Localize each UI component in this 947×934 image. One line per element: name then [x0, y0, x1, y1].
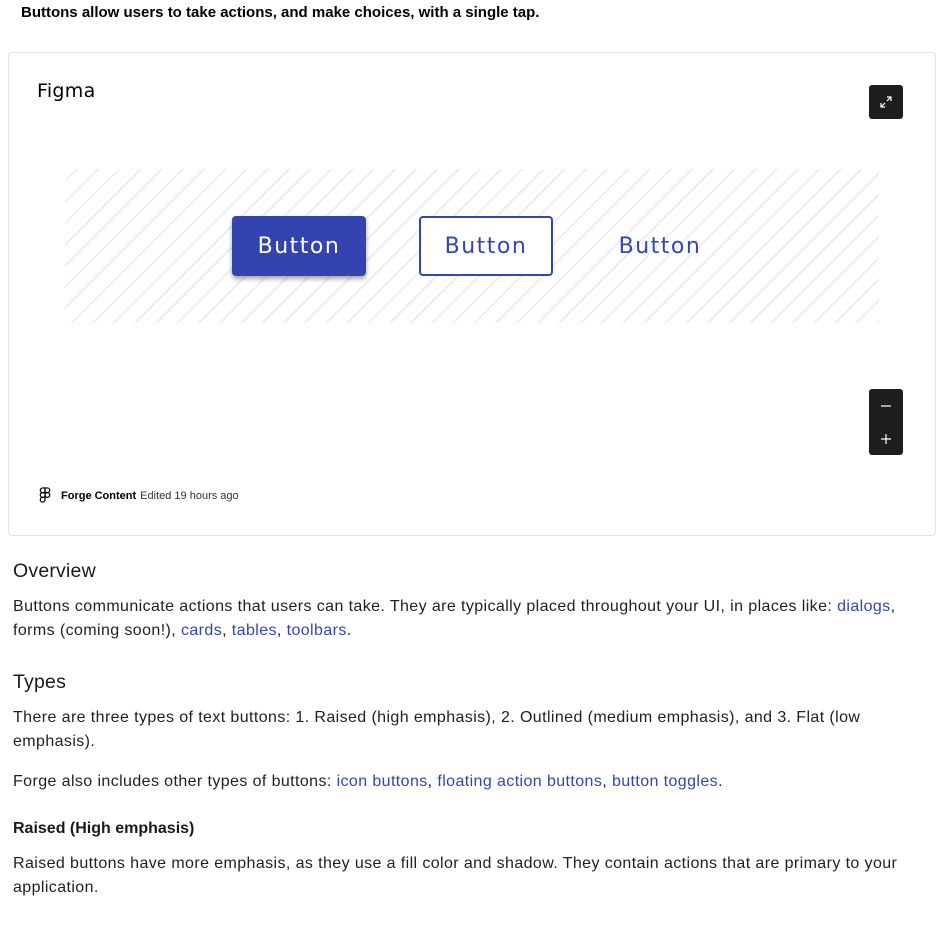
intro-text: Buttons allow users to take actions, and…	[21, 4, 540, 21]
separator: ,	[427, 773, 438, 790]
figma-author[interactable]: Forge Content	[61, 490, 136, 502]
figma-footer: Forge Content Edited 19 hours ago	[39, 487, 239, 504]
link-toolbars[interactable]: toolbars	[287, 622, 347, 639]
link-dialogs[interactable]: dialogs	[837, 598, 891, 615]
raised-heading: Raised (High emphasis)	[13, 820, 195, 837]
plus-icon	[881, 433, 891, 444]
figma-embed: Figma Button Button Button Forge Content…	[8, 52, 936, 536]
figma-canvas: Button Button Button	[65, 169, 879, 323]
overview-paragraph: Buttons communicate actions that users c…	[13, 595, 913, 643]
figma-edited-time: Edited 19 hours ago	[140, 489, 239, 502]
separator: ,	[276, 622, 287, 639]
link-button-toggles[interactable]: button toggles	[612, 773, 718, 790]
separator: .	[718, 773, 723, 790]
main-content: Overview Buttons communicate actions tha…	[13, 560, 913, 900]
minus-icon	[881, 404, 891, 407]
expand-icon	[880, 96, 892, 108]
types-paragraph: There are three types of text buttons: 1…	[13, 709, 861, 750]
link-floating-action-buttons[interactable]: floating action buttons	[437, 773, 602, 790]
separator: ,	[602, 773, 612, 790]
other-types-text: Forge also includes other types of butto…	[13, 773, 337, 790]
separator: ,	[222, 622, 232, 639]
zoom-in-button[interactable]	[869, 422, 903, 455]
link-cards[interactable]: cards	[181, 622, 222, 639]
raised-paragraph: Raised buttons have more emphasis, as th…	[13, 855, 898, 896]
expand-button[interactable]	[869, 85, 903, 119]
figma-title: Figma	[37, 80, 96, 102]
overview-text: Buttons communicate actions that users c…	[13, 598, 838, 615]
flat-button-demo[interactable]: Button	[593, 216, 727, 276]
separator: .	[346, 622, 352, 639]
overview-heading: Overview	[13, 560, 96, 582]
types-heading: Types	[13, 671, 67, 693]
link-tables[interactable]: tables	[232, 622, 277, 639]
outlined-button-demo[interactable]: Button	[419, 216, 553, 276]
zoom-controls	[869, 389, 903, 455]
link-icon-buttons[interactable]: icon buttons	[337, 773, 428, 790]
zoom-out-button[interactable]	[869, 389, 903, 422]
raised-button-demo[interactable]: Button	[232, 216, 366, 276]
figma-icon	[39, 487, 51, 503]
other-types-paragraph: Forge also includes other types of butto…	[13, 770, 913, 794]
